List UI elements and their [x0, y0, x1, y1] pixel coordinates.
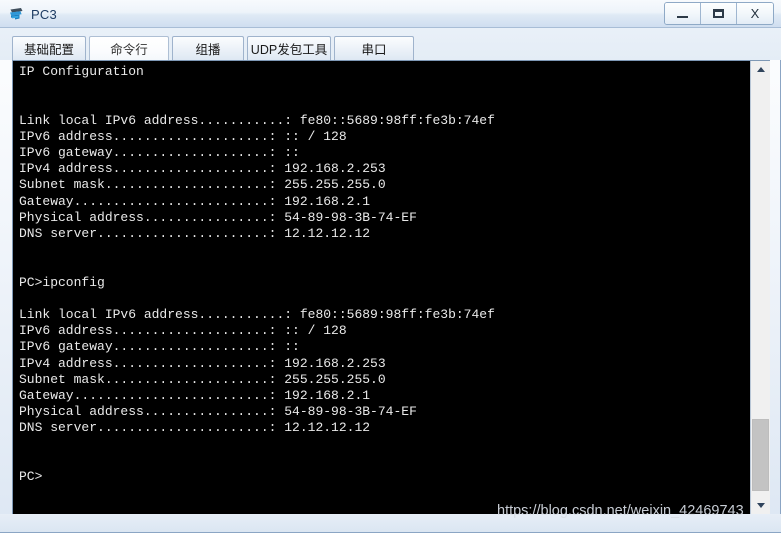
window-bottom-strip — [0, 514, 781, 532]
maximize-button[interactable] — [701, 3, 737, 24]
title-bar[interactable]: PC3 X — [0, 0, 781, 28]
tab-label: 组播 — [195, 43, 221, 57]
maximize-icon — [713, 9, 724, 18]
tab-bar: 基础配置 命令行 组播 UDP发包工具 串口 — [0, 28, 781, 60]
tab-label: 命令行 — [110, 43, 148, 57]
window-controls: X — [664, 2, 774, 25]
scroll-up-arrow-icon[interactable] — [751, 61, 770, 78]
tab-label: 基础配置 — [23, 43, 74, 57]
close-icon: X — [750, 6, 760, 21]
tab-basic-config[interactable]: 基础配置 — [12, 36, 86, 60]
terminal-panel: IP Configuration Link local IPv6 address… — [12, 60, 770, 515]
tab-serial-port[interactable]: 串口 — [334, 36, 414, 60]
tab-command-line[interactable]: 命令行 — [89, 36, 169, 60]
window-title: PC3 — [31, 6, 57, 22]
minimize-button[interactable] — [665, 3, 701, 24]
terminal-scrollbar[interactable] — [750, 61, 770, 514]
minimize-icon — [677, 15, 688, 18]
caret-up-icon — [756, 67, 765, 72]
terminal-output[interactable]: IP Configuration Link local IPv6 address… — [13, 61, 750, 514]
scrollbar-thumb[interactable] — [752, 419, 769, 491]
tab-label: UDP发包工具 — [250, 43, 328, 57]
scroll-down-arrow-icon[interactable] — [751, 497, 770, 514]
pc3-window: PC3 X 基础配置 命令行 组播 UDP发包工具 串口 IP Configur… — [0, 0, 781, 533]
caret-down-icon — [756, 503, 765, 508]
title-bar-left: PC3 — [8, 0, 57, 28]
terminal-text: IP Configuration Link local IPv6 address… — [19, 64, 495, 485]
close-button[interactable]: X — [737, 3, 773, 24]
tab-list: 基础配置 命令行 组播 UDP发包工具 串口 — [12, 36, 417, 60]
tab-udp-tool[interactable]: UDP发包工具 — [247, 36, 331, 60]
tab-label: 串口 — [361, 43, 387, 57]
pc-terminal-icon — [8, 6, 25, 23]
tab-multicast[interactable]: 组播 — [172, 36, 244, 60]
